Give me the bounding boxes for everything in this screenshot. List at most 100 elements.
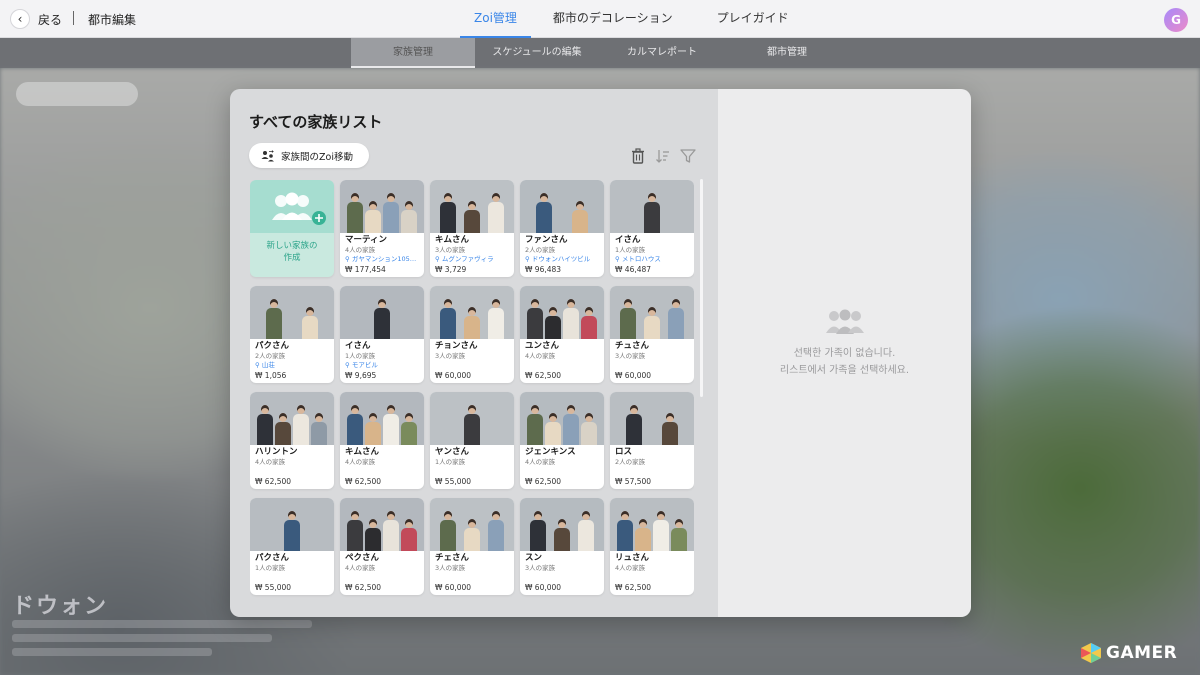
family-location: ⚲ メトロハウス bbox=[615, 255, 693, 264]
family-member-figure bbox=[617, 511, 633, 551]
family-card[interactable]: チュさん 3人の家族 ₩ 60,000 bbox=[610, 286, 694, 383]
family-card[interactable]: キムさん 4人の家族 ₩ 62,500 bbox=[340, 392, 424, 489]
figure-head bbox=[279, 413, 287, 422]
family-card[interactable]: ハリントン 4人の家族 ₩ 62,500 bbox=[250, 392, 334, 489]
family-card[interactable]: リュさん 4人の家族 ₩ 62,500 bbox=[610, 498, 694, 595]
figure-body bbox=[530, 520, 546, 551]
family-member-figure bbox=[563, 299, 579, 339]
back-label: 戻る bbox=[38, 12, 63, 27]
figure-body bbox=[374, 308, 390, 339]
figure-head bbox=[630, 405, 638, 414]
location-pin-icon: ⚲ bbox=[435, 255, 442, 263]
family-info: ペクさん 4人の家族 ₩ 62,500 bbox=[340, 551, 424, 595]
family-member-figure bbox=[578, 511, 594, 551]
tab-zoi-management[interactable]: Zoi管理 bbox=[460, 0, 531, 38]
figure-head bbox=[288, 511, 296, 520]
figure-body bbox=[347, 414, 363, 445]
figure-body bbox=[653, 520, 669, 551]
family-photo bbox=[520, 180, 604, 233]
add-family-icon bbox=[272, 192, 326, 225]
empty-state-hint: 리스트에서 가족을 선택하세요. bbox=[779, 365, 910, 376]
figure-head bbox=[567, 299, 575, 308]
family-photo bbox=[250, 286, 334, 339]
family-photo bbox=[520, 498, 604, 551]
family-card[interactable]: チョンさん 3人の家族 ₩ 60,000 bbox=[430, 286, 514, 383]
trash-icon[interactable] bbox=[629, 147, 647, 165]
family-card[interactable]: ヤンさん 1人の家族 ₩ 55,000 bbox=[430, 392, 514, 489]
figure-body bbox=[563, 414, 579, 445]
tab-play-guide[interactable]: プレイガイド bbox=[695, 0, 811, 38]
family-card[interactable]: チェさん 3人の家族 ₩ 60,000 bbox=[430, 498, 514, 595]
family-funds: ₩ 62,500 bbox=[615, 583, 652, 592]
filter-icon[interactable] bbox=[679, 147, 697, 165]
figure-body bbox=[488, 520, 504, 551]
family-member-figure bbox=[536, 193, 552, 233]
family-info: パクさん 1人の家族 ₩ 55,000 bbox=[250, 551, 334, 595]
figure-head bbox=[540, 193, 548, 202]
family-info: キムさん 4人の家族 ₩ 62,500 bbox=[340, 445, 424, 489]
family-card[interactable]: ジェンキンス 4人の家族 ₩ 62,500 bbox=[520, 392, 604, 489]
subtab-schedule-edit[interactable]: スケジュールの編集 bbox=[475, 38, 599, 68]
figure-head bbox=[624, 299, 632, 308]
family-member-figure bbox=[644, 193, 660, 233]
new-family-image bbox=[250, 180, 334, 233]
figure-body bbox=[617, 520, 633, 551]
figure-body bbox=[284, 520, 300, 551]
family-card[interactable]: ユンさん 4人の家族 ₩ 62,500 bbox=[520, 286, 604, 383]
figure-body bbox=[464, 414, 480, 445]
subtab-family-management[interactable]: 家族管理 bbox=[351, 38, 475, 68]
family-info: ファンさん 2人の家族 ⚲ ドウォンハイツビル ₩ 96,483 bbox=[520, 233, 604, 277]
family-name: イさん bbox=[345, 341, 371, 351]
family-info: ロス 2人の家族 ₩ 57,500 bbox=[610, 445, 694, 489]
figure-body bbox=[668, 308, 684, 339]
family-card[interactable]: イさん 1人の家族 ⚲ モアビル ₩ 9,695 bbox=[340, 286, 424, 383]
figure-head bbox=[531, 299, 539, 308]
family-info: ユンさん 4人の家族 ₩ 62,500 bbox=[520, 339, 604, 383]
sort-icon[interactable] bbox=[654, 147, 672, 165]
family-member-figure bbox=[620, 299, 636, 339]
gamer-watermark: GAMER bbox=[1080, 642, 1177, 664]
figure-body bbox=[581, 316, 597, 339]
family-card[interactable]: ロス 2人の家族 ₩ 57,500 bbox=[610, 392, 694, 489]
tab-city-decoration[interactable]: 都市のデコレーション bbox=[531, 0, 695, 38]
family-member-figure bbox=[311, 413, 327, 445]
family-card[interactable]: マーティン 4人の家族 ⚲ ガヤマンション105… ₩ 177,454 bbox=[340, 180, 424, 277]
family-info: ハリントン 4人の家族 ₩ 62,500 bbox=[250, 445, 334, 489]
family-card[interactable]: ペクさん 4人の家族 ₩ 62,500 bbox=[340, 498, 424, 595]
family-name: スン bbox=[525, 553, 543, 563]
figure-body bbox=[488, 308, 504, 339]
family-card[interactable]: スン 3人の家族 ₩ 60,000 bbox=[520, 498, 604, 595]
figure-head bbox=[261, 405, 269, 414]
create-new-family-card[interactable]: 新しい家族の 作成 bbox=[250, 180, 334, 277]
family-member-count: 3人の家族 bbox=[615, 352, 646, 360]
family-member-figure bbox=[284, 511, 300, 551]
subtab-city-management[interactable]: 都市管理 bbox=[725, 38, 849, 68]
transfer-people-icon bbox=[261, 149, 274, 161]
figure-head bbox=[621, 511, 629, 520]
avatar[interactable]: G bbox=[1164, 8, 1188, 32]
scrollbar[interactable] bbox=[700, 179, 703, 397]
family-photo bbox=[340, 286, 424, 339]
move-zoi-between-families-button[interactable]: 家族間のZoi移動 bbox=[249, 143, 369, 168]
family-member-figure bbox=[464, 201, 480, 233]
family-card[interactable]: キムさん 3人の家族 ⚲ ムグンファヴィラ ₩ 3,729 bbox=[430, 180, 514, 277]
subtab-karma-report[interactable]: カルマレポート bbox=[600, 38, 724, 68]
family-member-figure bbox=[275, 413, 291, 445]
family-card[interactable]: パクさん 1人の家族 ₩ 55,000 bbox=[250, 498, 334, 595]
family-funds: ₩ 3,729 bbox=[435, 265, 467, 274]
family-funds: ₩ 46,487 bbox=[615, 265, 652, 274]
empty-state-message: 선택한 가족이 없습니다. bbox=[793, 348, 896, 359]
family-card[interactable]: ファンさん 2人の家族 ⚲ ドウォンハイツビル ₩ 96,483 bbox=[520, 180, 604, 277]
family-card[interactable]: イさん 1人の家族 ⚲ メトロハウス ₩ 46,487 bbox=[610, 180, 694, 277]
family-member-figure bbox=[626, 405, 642, 445]
back-button[interactable]: ‹ 戻る bbox=[10, 9, 62, 29]
sub-navigation: 家族管理 スケジュールの編集 カルマレポート 都市管理 bbox=[0, 38, 1200, 68]
family-name: ヤンさん bbox=[435, 447, 470, 457]
family-funds: ₩ 60,000 bbox=[615, 371, 652, 380]
family-member-figure bbox=[581, 413, 597, 445]
family-member-figure bbox=[527, 405, 543, 445]
family-location: ⚲ ムグンファヴィラ bbox=[435, 255, 513, 264]
family-card[interactable]: パクさん 2人の家族 ⚲ 山荘 ₩ 1,056 bbox=[250, 286, 334, 383]
family-member-figure bbox=[302, 307, 318, 339]
figure-head bbox=[648, 307, 656, 316]
